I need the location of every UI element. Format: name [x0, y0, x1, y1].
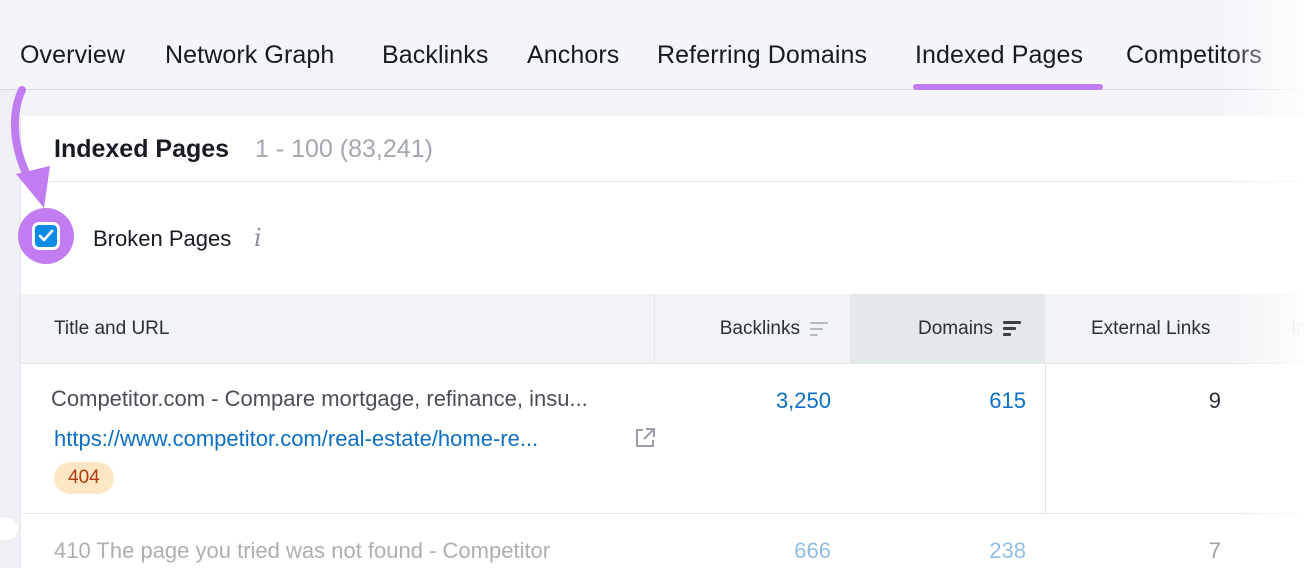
- broken-pages-checkbox[interactable]: [32, 222, 60, 250]
- backlinks-count-link[interactable]: 666: [711, 538, 831, 564]
- backlinks-count-link[interactable]: 3,250: [711, 388, 831, 414]
- column-header-backlinks-label: Backlinks: [719, 318, 800, 339]
- page-title-cell: 410 The page you tried was not found - C…: [54, 538, 551, 563]
- table-row: 410 The page you tried was not found - C…: [21, 514, 1304, 568]
- tab-overview[interactable]: Overview: [20, 41, 125, 70]
- active-tab-indicator: [913, 84, 1103, 90]
- tab-competitors[interactable]: Competitors: [1126, 41, 1262, 70]
- panel-header: Indexed Pages 1 - 100 (83,241): [21, 116, 1304, 182]
- status-badge: 404: [54, 462, 114, 494]
- annotation-arrow: [10, 86, 50, 208]
- table-header: Title and URL Backlinks Domains External…: [21, 294, 1304, 364]
- sort-active-icon[interactable]: [1003, 321, 1023, 337]
- check-icon: [38, 229, 54, 242]
- column-header-truncated[interactable]: In: [1285, 294, 1304, 364]
- column-header-title-url[interactable]: Title and URL: [21, 294, 655, 364]
- column-header-domains-label: Domains: [918, 318, 993, 339]
- page-title: Indexed Pages: [54, 135, 230, 163]
- column-header-backlinks[interactable]: Backlinks: [655, 294, 850, 364]
- tab-indexed-pages[interactable]: Indexed Pages: [915, 41, 1083, 70]
- tab-anchors[interactable]: Anchors: [527, 41, 619, 70]
- page-url-link[interactable]: https://www.competitor.com/real-estate/h…: [54, 426, 538, 452]
- info-icon[interactable]: i: [254, 224, 262, 252]
- tab-bar: Overview Network Graph Backlinks Anchors…: [0, 0, 1304, 90]
- broken-pages-label[interactable]: Broken Pages: [93, 226, 231, 252]
- column-divider: [1045, 364, 1046, 514]
- external-links-count: 9: [1208, 388, 1221, 413]
- tab-backlinks[interactable]: Backlinks: [382, 41, 489, 70]
- domains-count-link[interactable]: 238: [906, 538, 1026, 564]
- table-row: Competitor.com - Compare mortgage, refin…: [21, 364, 1304, 514]
- column-header-external-links[interactable]: External Links: [1045, 294, 1285, 364]
- result-range: 1 - 100 (83,241): [255, 135, 433, 163]
- domains-count-link[interactable]: 615: [906, 388, 1026, 414]
- indexed-pages-panel: Indexed Pages 1 - 100 (83,241) Broken Pa…: [18, 116, 1304, 568]
- external-links-count: 7: [1208, 538, 1221, 563]
- column-header-domains[interactable]: Domains: [850, 294, 1045, 364]
- sort-icon[interactable]: [810, 321, 830, 337]
- tab-referring-domains[interactable]: Referring Domains: [657, 41, 867, 70]
- tab-network-graph[interactable]: Network Graph: [165, 41, 334, 70]
- page-title-cell: Competitor.com - Compare mortgage, refin…: [51, 386, 588, 411]
- external-link-icon[interactable]: [633, 426, 657, 450]
